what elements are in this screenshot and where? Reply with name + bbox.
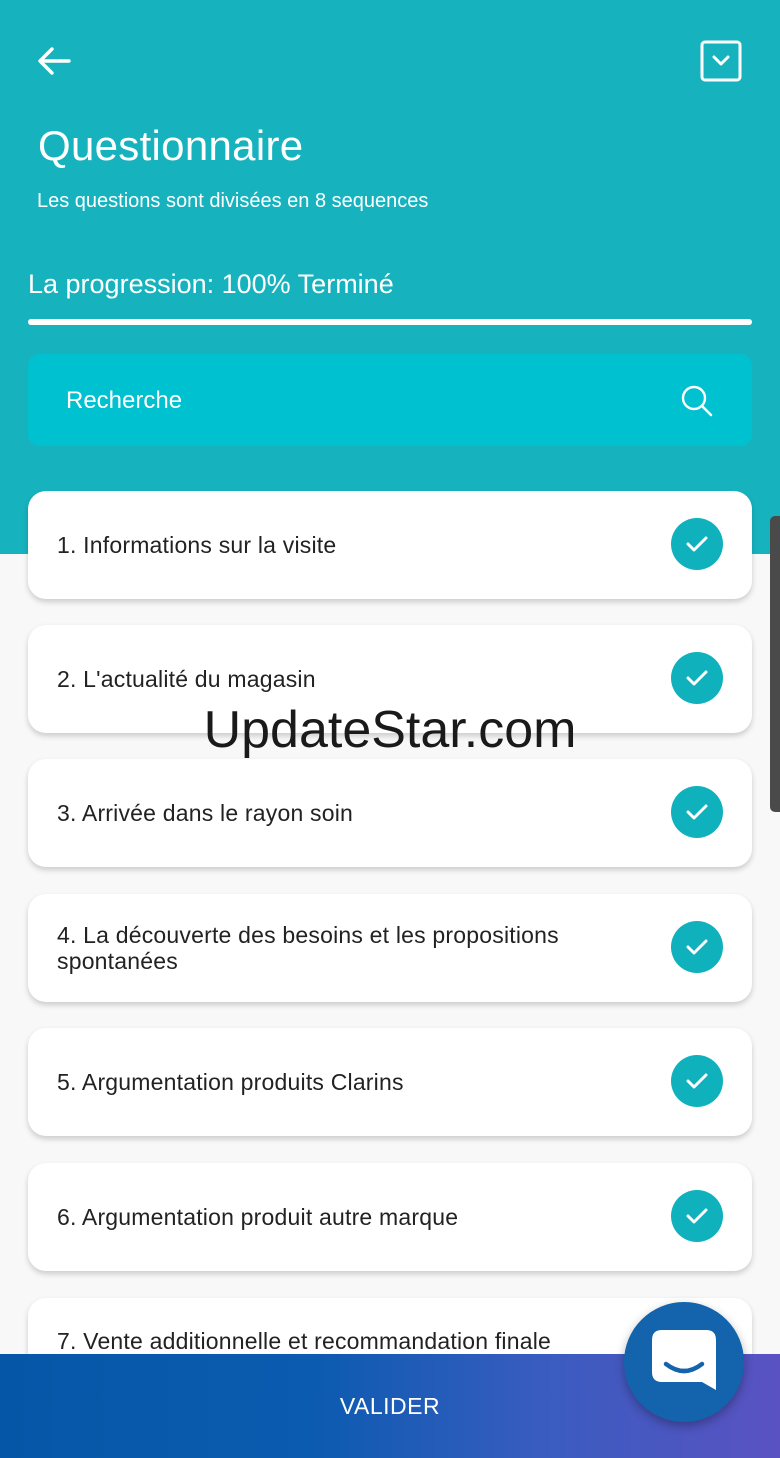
sequence-item-6[interactable]: 6. Argumentation produit autre marque <box>28 1163 752 1271</box>
sequence-item-1[interactable]: 1. Informations sur la visite <box>28 491 752 599</box>
collapse-button[interactable] <box>700 40 742 82</box>
check-icon <box>671 652 723 704</box>
sequence-label: 5. Argumentation produits Clarins <box>57 1069 404 1095</box>
search-input[interactable] <box>64 354 628 448</box>
check-icon <box>671 1190 723 1242</box>
scrollbar[interactable] <box>770 516 780 812</box>
check-icon <box>671 786 723 838</box>
progress-bar-fill <box>28 319 752 325</box>
sequence-label: 7. Vente additionnelle et recommandation… <box>57 1328 552 1354</box>
arrow-left-icon <box>38 47 71 75</box>
chat-icon <box>652 1330 716 1390</box>
back-button[interactable] <box>30 38 78 84</box>
search-icon[interactable] <box>680 384 714 418</box>
progress-label: La progression: 100% Terminé <box>28 269 394 299</box>
check-icon <box>671 1055 723 1107</box>
page-title: Questionnaire <box>38 122 304 169</box>
progress-bar <box>28 319 752 325</box>
sequence-label: 2. L'actualité du magasin <box>57 666 316 692</box>
page-subtitle: Les questions sont divisées en 8 sequenc… <box>37 190 429 212</box>
validate-button-label: VALIDER <box>339 1392 441 1419</box>
sequence-label: 3. Arrivée dans le rayon soin <box>57 800 354 826</box>
check-icon <box>671 921 723 973</box>
sequence-item-5[interactable]: 5. Argumentation produits Clarins <box>28 1028 752 1136</box>
search-box[interactable] <box>28 354 752 448</box>
header: Questionnaire Les questions sont divisée… <box>0 0 780 554</box>
check-icon <box>671 518 723 570</box>
sequence-item-4[interactable]: 4. La découverte des besoins et les prop… <box>28 894 752 1002</box>
sequence-label: 1. Informations sur la visite <box>57 532 337 558</box>
chevron-down-box-icon <box>700 40 742 82</box>
sequence-label: 6. Argumentation produit autre marque <box>57 1204 459 1230</box>
sequence-item-2[interactable]: 2. L'actualité du magasin <box>28 625 752 733</box>
sequence-label: 4. La découverte des besoins et les prop… <box>57 922 559 974</box>
chat-button[interactable] <box>624 1302 744 1422</box>
sequence-item-3[interactable]: 3. Arrivée dans le rayon soin <box>28 759 752 867</box>
